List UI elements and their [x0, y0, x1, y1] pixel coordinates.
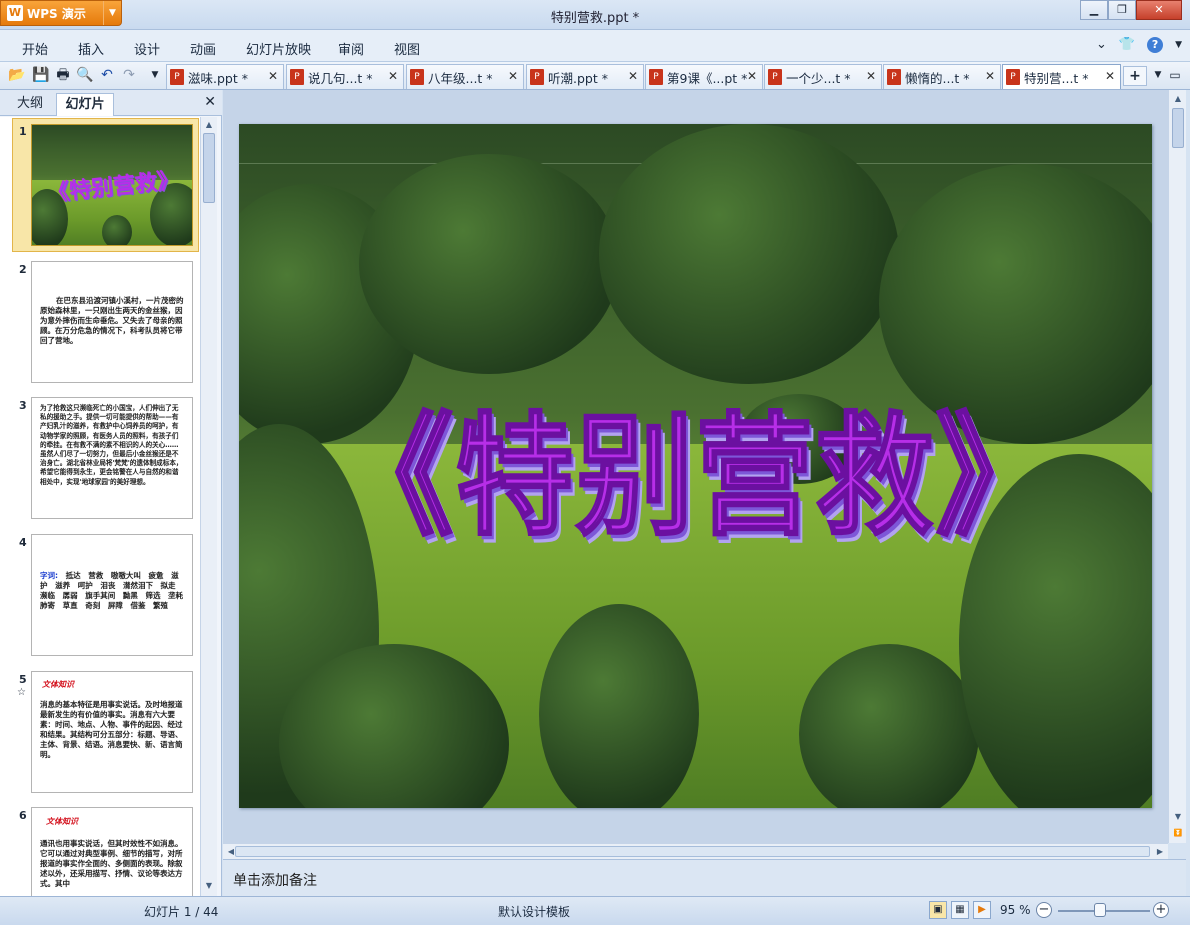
ppt-file-icon: P: [649, 69, 663, 85]
skin-icon[interactable]: 👕: [1119, 37, 1135, 53]
thumbnail-slide-5[interactable]: 文体知识 消息的基本特征是用事实说话。及时地报道最新发生的有价值的事实。消息有六…: [31, 671, 193, 793]
close-tab-icon[interactable]: ✕: [866, 69, 876, 83]
template-name[interactable]: 默认设计模板: [498, 903, 570, 920]
menu-insert[interactable]: 插入: [78, 39, 104, 58]
title-bar: W WPS 演示 ▼ 特别营救.ppt * ▁ ❐ ✕: [0, 0, 1190, 30]
close-tab-icon[interactable]: ✕: [628, 69, 638, 83]
close-window-button[interactable]: ✕: [1136, 0, 1182, 20]
close-tab-icon[interactable]: ✕: [388, 69, 398, 83]
thumbnail-slide-2[interactable]: 在巴东县沿渡河镇小溪村，一片茂密的原始森林里，一只刚出生两天的金丝猴，因为意外摔…: [31, 261, 193, 383]
scroll-up-icon[interactable]: ▲: [1170, 92, 1186, 106]
ppt-file-icon: P: [170, 69, 184, 85]
doc-tab[interactable]: P 说几句...t * ✕: [286, 64, 404, 89]
slide-title[interactable]: 《特别营救》: [239, 369, 1152, 561]
doc-tab[interactable]: P 第9课《...pt * ✕: [645, 64, 763, 89]
notes-pane[interactable]: 单击添加备注: [223, 859, 1186, 896]
help-dropdown-icon[interactable]: ▼: [1175, 37, 1182, 53]
minimize-button[interactable]: ▁: [1080, 0, 1108, 20]
window-title: 特别营救.ppt *: [550, 11, 640, 26]
window-layout-icon[interactable]: ▭: [1166, 66, 1184, 84]
collapse-ribbon-icon[interactable]: ⌄: [1096, 37, 1107, 53]
slide-number: 3: [19, 399, 27, 412]
next-slide-icon[interactable]: ⏬: [1170, 826, 1186, 840]
close-tab-icon[interactable]: ✕: [1105, 69, 1115, 83]
slide-sorter-icon[interactable]: ▦: [951, 901, 969, 919]
menu-animation[interactable]: 动画: [190, 39, 216, 58]
open-folder-icon[interactable]: 📂: [8, 66, 26, 84]
ppt-file-icon: P: [410, 69, 424, 85]
zoom-slider-knob[interactable]: [1094, 903, 1106, 917]
ppt-file-icon: P: [290, 69, 304, 85]
close-tab-icon[interactable]: ✕: [747, 69, 757, 83]
scroll-down-icon[interactable]: ▼: [201, 879, 217, 893]
thumbnail-slide-4[interactable]: 字词: 抵达 营救 嗷嗷大叫 疲惫 滋护 滋养 呵护 泪丧 潸然泪下 拟走 濒临…: [31, 534, 193, 656]
zoom-out-icon[interactable]: −: [1036, 902, 1052, 918]
editor-vertical-scrollbar[interactable]: ▲ ▼ ⏬: [1168, 90, 1186, 843]
thumbnail-list[interactable]: 1 《特别营救》 2 在巴东县沿渡河镇小溪村，一片茂密的原始森林里，一只刚出生两…: [0, 117, 200, 896]
ppt-file-icon: P: [530, 69, 544, 85]
slide-number: 1: [19, 125, 27, 138]
ppt-file-icon: P: [768, 69, 782, 85]
menu-home[interactable]: 开始: [22, 39, 48, 58]
doc-tab[interactable]: P 滋味.ppt * ✕: [166, 64, 284, 89]
status-bar: 幻灯片 1 / 44 默认设计模板 ▣ ▦ ▶ 95 % − +: [0, 896, 1190, 925]
menu-bar: 开始 插入 设计 动画 幻灯片放映 审阅 视图 ⌄ 👕 ? ▼: [0, 30, 1190, 62]
doc-tab[interactable]: P 听潮.ppt * ✕: [526, 64, 644, 89]
thumbnail-slide-3[interactable]: 为了抢救这只濒临死亡的小国宝，人们伸出了无私的援助之手。提供一切可能提供的帮助—…: [31, 397, 193, 519]
tab-list-icon[interactable]: ▼: [1149, 66, 1167, 84]
quick-toolbar: 📂 💾 🖶 🔍 ↶ ↷ ▼ P 滋味.ppt * ✕ P 说几句...t * ✕ P 八年…: [0, 62, 1190, 90]
normal-view-icon[interactable]: ▣: [929, 901, 947, 919]
slide-number: 2: [19, 263, 27, 276]
doc-tab-active[interactable]: P 特别营...t * ✕: [1002, 64, 1121, 89]
doc-tab[interactable]: P 八年级...t * ✕: [406, 64, 524, 89]
slides-panel: 大纲 幻灯片 ✕ 1 《特别营救》 2 在巴东县沿渡河镇小溪村，一片茂密的原始森…: [0, 90, 222, 896]
customize-toolbar-icon[interactable]: ▼: [146, 66, 164, 84]
close-tab-icon[interactable]: ✕: [268, 69, 278, 83]
redo-icon[interactable]: ↷: [120, 66, 138, 84]
zoom-level: 95 %: [1000, 903, 1031, 917]
menu-view[interactable]: 视图: [394, 39, 420, 58]
thumbnail-scrollbar[interactable]: ▲ ▼: [200, 117, 217, 896]
close-panel-icon[interactable]: ✕: [204, 94, 216, 110]
slide-number: 6: [19, 809, 27, 822]
slideshow-play-icon[interactable]: ▶: [973, 901, 991, 919]
scroll-up-icon[interactable]: ▲: [201, 118, 217, 132]
slide-number: 5: [19, 673, 27, 686]
scrollbar-thumb[interactable]: [1172, 108, 1184, 148]
doc-tab[interactable]: P 一个少...t * ✕: [764, 64, 882, 89]
thumbnail-slide-1[interactable]: 《特别营救》: [31, 124, 193, 246]
editor-horizontal-scrollbar[interactable]: ◀ ▶: [223, 843, 1168, 859]
slide-number: 4: [19, 536, 27, 549]
thumbnail-slide-6[interactable]: 文体知识 通讯也用事实说话，但其时效性不如消息。它可以通过对典型事例、细节的描写…: [31, 807, 193, 896]
new-tab-button[interactable]: +: [1123, 66, 1147, 86]
ppt-file-icon: P: [887, 69, 901, 85]
help-icon[interactable]: ?: [1147, 37, 1164, 53]
notes-placeholder[interactable]: 单击添加备注: [233, 870, 317, 890]
scrollbar-thumb[interactable]: [235, 846, 1150, 857]
animation-star-icon: ☆: [17, 687, 26, 698]
close-tab-icon[interactable]: ✕: [508, 69, 518, 83]
doc-tab[interactable]: P 懒惰的...t * ✕: [883, 64, 1001, 89]
print-icon[interactable]: 🖶: [54, 66, 72, 84]
zoom-in-icon[interactable]: +: [1153, 902, 1169, 918]
undo-icon[interactable]: ↶: [98, 66, 116, 84]
maximize-button[interactable]: ❐: [1108, 0, 1136, 20]
tab-outline[interactable]: 大纲: [8, 93, 52, 116]
ppt-file-icon: P: [1006, 69, 1020, 85]
print-preview-icon[interactable]: 🔍: [76, 66, 94, 84]
scroll-right-icon[interactable]: ▶: [1152, 845, 1168, 859]
scrollbar-thumb[interactable]: [203, 133, 215, 203]
scroll-down-icon[interactable]: ▼: [1170, 810, 1186, 824]
slide-counter: 幻灯片 1 / 44: [144, 905, 219, 919]
menu-review[interactable]: 审阅: [338, 39, 364, 58]
menu-slideshow[interactable]: 幻灯片放映: [246, 39, 311, 58]
menu-design[interactable]: 设计: [134, 39, 160, 58]
slide-editor: 《特别营救》: [223, 90, 1168, 843]
save-icon[interactable]: 💾: [32, 66, 50, 84]
close-tab-icon[interactable]: ✕: [985, 69, 995, 83]
tab-slides[interactable]: 幻灯片: [56, 93, 114, 116]
current-slide[interactable]: 《特别营救》: [239, 124, 1152, 808]
